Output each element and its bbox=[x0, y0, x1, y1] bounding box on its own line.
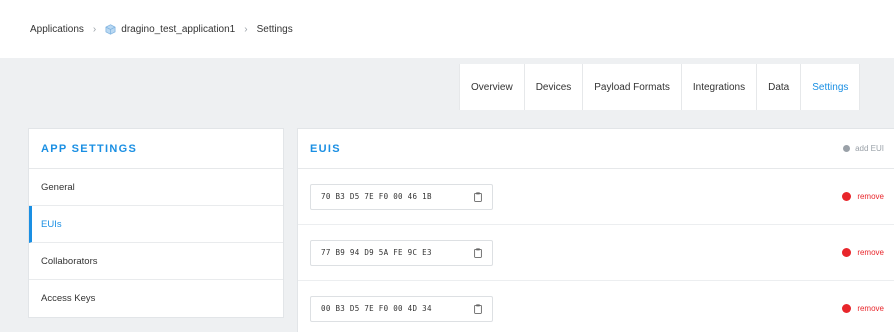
remove-eui-button[interactable]: remove bbox=[842, 304, 884, 313]
tab-data[interactable]: Data bbox=[757, 64, 802, 110]
eui-value: 77 B9 94 D9 5A FE 9C E3 bbox=[321, 248, 432, 257]
sidebar-item-collaborators[interactable]: Collaborators bbox=[29, 243, 283, 280]
clipboard-icon[interactable] bbox=[474, 303, 482, 314]
app-settings-sidebar: APP SETTINGS General EUIs Collaborators … bbox=[28, 128, 284, 318]
clipboard-icon[interactable] bbox=[474, 247, 482, 258]
plus-circle-icon bbox=[843, 145, 851, 152]
remove-eui-button[interactable]: remove bbox=[842, 248, 884, 257]
eui-field[interactable]: 00 B3 D5 7E F0 00 4D 34 bbox=[310, 295, 493, 322]
eui-value: 70 B3 D5 7E F0 00 46 1B bbox=[321, 192, 432, 201]
chevron-right-icon: › bbox=[244, 23, 248, 35]
eui-row: 77 B9 94 D9 5A FE 9C E3 remove bbox=[298, 225, 894, 281]
tab-payload-formats[interactable]: Payload Formats bbox=[583, 64, 682, 110]
eui-row: 70 B3 D5 7E F0 00 46 1B remove bbox=[298, 169, 894, 225]
remove-label: remove bbox=[857, 192, 884, 201]
minus-circle-icon bbox=[842, 248, 852, 257]
breadcrumb: Applications › dragino_test_application1… bbox=[0, 0, 894, 58]
breadcrumb-application-link[interactable]: dragino_test_application1 bbox=[105, 24, 235, 35]
clipboard-icon[interactable] bbox=[474, 191, 482, 202]
sidebar-item-general[interactable]: General bbox=[29, 169, 283, 206]
euis-title: EUIS bbox=[310, 142, 341, 155]
euis-header: EUIS add EUI bbox=[298, 129, 894, 169]
tab-overview[interactable]: Overview bbox=[460, 64, 525, 110]
remove-label: remove bbox=[857, 304, 884, 313]
tab-bar: Overview Devices Payload Formats Integra… bbox=[459, 64, 861, 110]
sidebar-item-access-keys[interactable]: Access Keys bbox=[29, 280, 283, 317]
minus-circle-icon bbox=[842, 192, 852, 201]
add-eui-label: add EUI bbox=[855, 144, 884, 153]
breadcrumb-applications-link[interactable]: Applications bbox=[30, 24, 84, 35]
sidebar-item-euis[interactable]: EUIs bbox=[29, 206, 283, 243]
remove-label: remove bbox=[857, 248, 884, 257]
eui-value: 00 B3 D5 7E F0 00 4D 34 bbox=[321, 304, 432, 313]
breadcrumb-application-label: dragino_test_application1 bbox=[121, 23, 236, 35]
tab-integrations[interactable]: Integrations bbox=[682, 64, 758, 110]
eui-field[interactable]: 70 B3 D5 7E F0 00 46 1B bbox=[310, 183, 493, 210]
eui-field[interactable]: 77 B9 94 D9 5A FE 9C E3 bbox=[310, 239, 493, 266]
chevron-right-icon: › bbox=[92, 23, 97, 35]
add-eui-button[interactable]: add EUI bbox=[843, 144, 884, 153]
minus-circle-icon bbox=[842, 304, 852, 313]
remove-eui-button[interactable]: remove bbox=[842, 192, 884, 201]
breadcrumb-current: Settings bbox=[256, 23, 293, 35]
sidebar-title: APP SETTINGS bbox=[29, 129, 283, 169]
cube-icon bbox=[105, 23, 116, 35]
tab-devices[interactable]: Devices bbox=[525, 64, 584, 110]
tab-settings[interactable]: Settings bbox=[801, 64, 861, 110]
euis-panel: EUIS add EUI 70 B3 D5 7E F0 00 46 1B rem… bbox=[297, 128, 894, 332]
eui-row: 00 B3 D5 7E F0 00 4D 34 remove bbox=[298, 281, 894, 332]
